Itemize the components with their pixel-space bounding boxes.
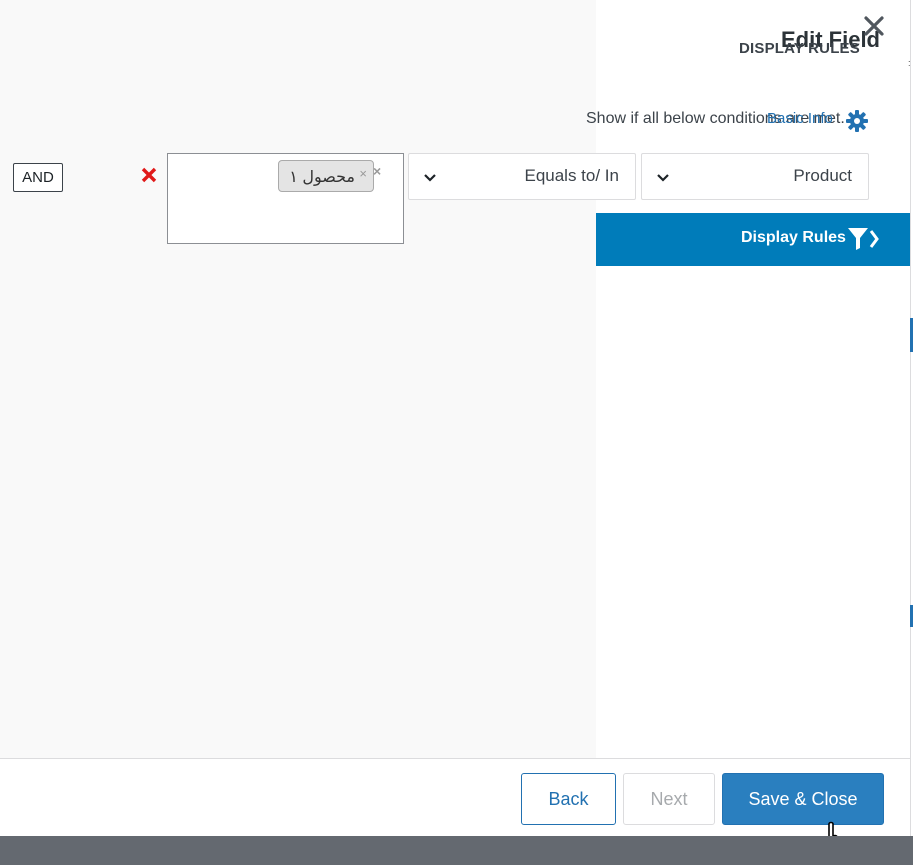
chip-remove-icon[interactable]: ×	[359, 166, 367, 181]
edge-glyph: :	[908, 58, 911, 68]
gear-icon[interactable]	[845, 109, 869, 133]
bottom-bar	[0, 836, 913, 865]
filter-icon	[848, 228, 879, 250]
operator-select[interactable]: Equals to/ In	[408, 153, 636, 200]
tab-basic-info[interactable]: Basic Info	[767, 110, 833, 127]
clear-all-icon[interactable]: ×	[373, 163, 381, 179]
value-multiselect[interactable]: محصول ۱ × ×	[167, 153, 404, 244]
operator-select-value: Equals to/ In	[524, 166, 619, 185]
section-heading: DISPLAY RULES	[739, 40, 860, 57]
next-button[interactable]: Next	[623, 773, 715, 825]
chevron-down-icon	[657, 174, 669, 182]
chevron-down-icon	[424, 174, 436, 182]
and-button[interactable]: AND	[13, 163, 63, 192]
field-select-value: Product	[793, 166, 852, 185]
display-rules-tab[interactable]: Display Rules	[596, 213, 910, 266]
close-icon[interactable]	[862, 14, 886, 38]
field-select[interactable]: Product	[641, 153, 869, 200]
rules-content-area	[0, 0, 596, 758]
selected-value-chip: محصول ۱ ×	[278, 160, 374, 192]
display-rules-label: Display Rules	[741, 229, 846, 246]
back-button[interactable]: Back	[521, 773, 616, 825]
remove-rule-icon[interactable]	[139, 165, 159, 185]
save-close-button[interactable]: Save & Close	[722, 773, 884, 825]
modal-footer: Back Next Save & Close	[0, 758, 910, 836]
chip-label: محصول ۱	[289, 169, 355, 186]
